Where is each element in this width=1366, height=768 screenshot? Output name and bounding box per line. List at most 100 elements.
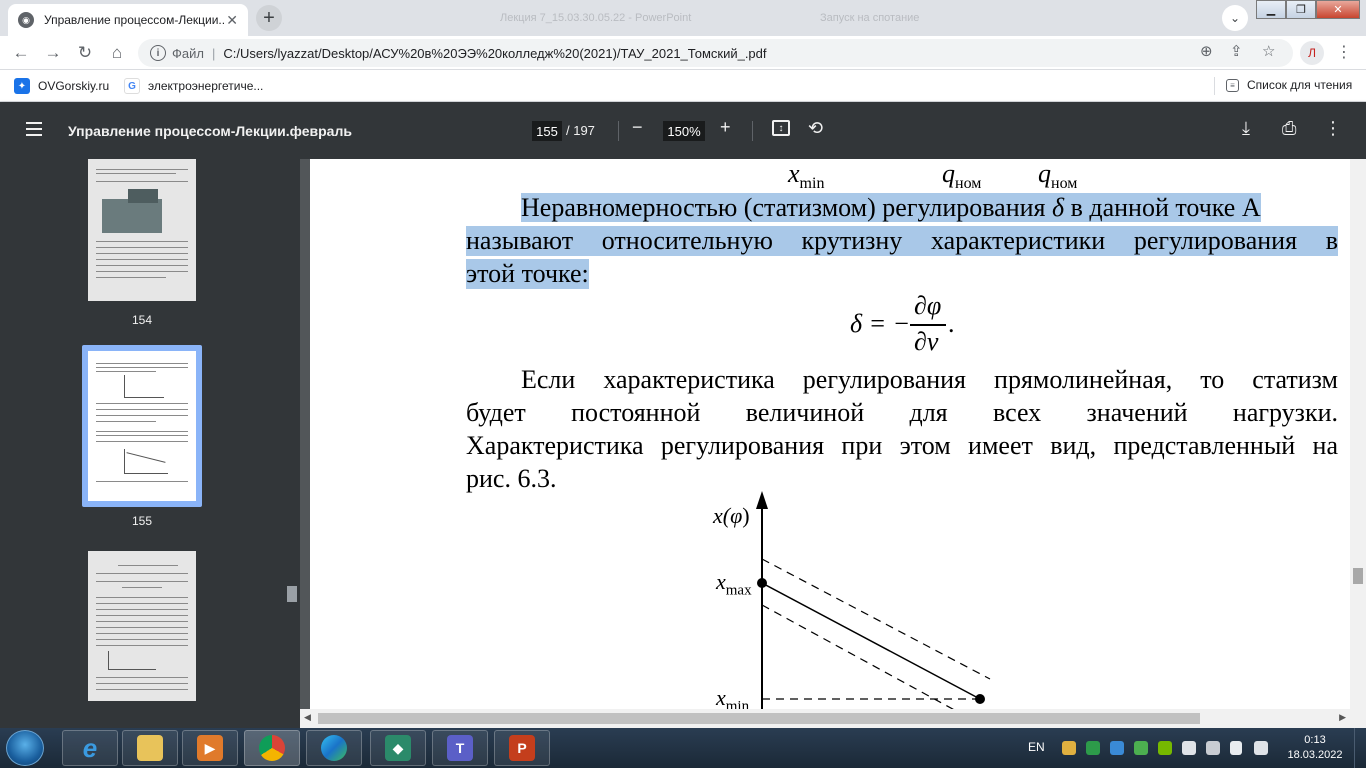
page-thumbnail[interactable] — [88, 551, 196, 701]
print-icon[interactable]: ⎙ — [1282, 118, 1296, 139]
tab-strip: ◉ Управление процессом-Лекции... ✕ + Лек… — [0, 0, 1366, 36]
address-scheme: Файл — [172, 45, 204, 61]
bookmark-site-icon: ✦ — [14, 78, 30, 94]
download-icon[interactable]: ⤓ — [1242, 118, 1250, 139]
axis-arrow — [756, 491, 768, 509]
taskbar-app-edge[interactable] — [306, 730, 362, 766]
formula-denominator: ∂ν — [914, 327, 939, 356]
language-indicator[interactable]: EN — [1028, 740, 1045, 754]
show-desktop-button[interactable] — [1354, 728, 1366, 768]
arrow-left-icon: ← — [12, 43, 30, 62]
xmin-label: xmin — [716, 685, 750, 709]
zoom-input[interactable]: 150% — [663, 121, 705, 141]
volume-icon[interactable] — [1254, 741, 1268, 755]
start-button[interactable] — [6, 730, 44, 766]
info-icon[interactable]: i — [150, 45, 166, 61]
sidebar-scrollbar[interactable] — [284, 159, 300, 709]
profile-avatar[interactable]: Л — [1300, 41, 1324, 65]
zoom-icon[interactable]: ⊕ — [1200, 42, 1213, 60]
star-icon[interactable]: ☆ — [1262, 42, 1275, 60]
tab-search-button[interactable]: ⌄ — [1222, 5, 1248, 31]
folder-icon — [137, 735, 163, 761]
sidebar-footer — [0, 709, 300, 728]
menu-icon[interactable] — [26, 122, 42, 136]
browser-toolbar: ← → ↻ ⌂ i Файл | C:/Users/lyazzat/Deskto… — [0, 36, 1366, 70]
back-button[interactable]: ← — [8, 40, 34, 66]
clock-time: 0:13 — [1304, 734, 1326, 746]
close-window-button[interactable]: ✕ — [1316, 0, 1360, 19]
chevron-down-icon: ⌄ — [1229, 11, 1241, 25]
reading-list-label: Список для чтения — [1247, 78, 1353, 92]
thumbnail-figure — [108, 651, 109, 669]
characteristic-line — [761, 582, 981, 700]
tray-icon[interactable] — [1110, 741, 1124, 755]
thumbnail-figure — [102, 199, 162, 233]
thumbnail-figure — [128, 189, 158, 203]
shield-icon[interactable] — [1086, 741, 1100, 755]
clock[interactable]: 0:13 18.03.2022 — [1285, 733, 1345, 763]
taskbar-app-ie[interactable]: e — [62, 730, 118, 766]
taskbar-app-teams[interactable]: T — [432, 730, 488, 766]
more-vertical-icon[interactable]: ⋮ — [1336, 42, 1352, 62]
media-player-icon: ▶ — [197, 735, 223, 761]
window-controls: ▁ ❐ ✕ — [1256, 0, 1360, 20]
taskbar-app-explorer[interactable] — [122, 730, 178, 766]
paragraph-line: Характеристика регулирования при этом им… — [466, 431, 1338, 460]
page-number-input[interactable]: 155 — [532, 121, 562, 141]
pdf-page: xmin qном qном Неравномерностью (статизм… — [310, 159, 1350, 709]
taskbar-app-media[interactable]: ▶ — [182, 730, 238, 766]
page-thumbnail-selected[interactable] — [88, 351, 196, 501]
paragraph-line: Если характеристика регулирования прямол… — [521, 365, 1338, 394]
signal-icon[interactable] — [1230, 741, 1242, 755]
fit-page-icon[interactable]: ↕ — [772, 120, 790, 136]
rotate-icon[interactable]: ⟲ — [808, 118, 823, 139]
viewer-vertical-scrollbar[interactable] — [1350, 159, 1366, 709]
address-bar[interactable]: i Файл | C:/Users/lyazzat/Desktop/АСУ%20… — [138, 39, 1293, 67]
page-thumbnail[interactable] — [88, 159, 196, 301]
taskbar-app-powerpoint[interactable]: P — [494, 730, 550, 766]
taskbar-app-3[interactable]: ◆ — [370, 730, 426, 766]
formula-period: . — [948, 309, 955, 338]
internet-explorer-icon: e — [82, 732, 98, 763]
scroll-left-icon[interactable]: ◀ — [304, 712, 311, 723]
background-window-title: Лекция 7_15.03.30.05.22 - PowerPoint — [500, 12, 692, 24]
globe-icon: ◉ — [18, 12, 34, 28]
home-button[interactable]: ⌂ — [104, 40, 130, 66]
more-vertical-icon[interactable]: ⋮ — [1324, 118, 1342, 139]
viewer-scrollbar-thumb[interactable] — [1353, 568, 1363, 584]
dashed-bound-upper — [761, 558, 991, 680]
tray-icon[interactable] — [1062, 741, 1076, 755]
share-icon[interactable]: ⇪ — [1230, 42, 1243, 60]
thumbnail-figure — [124, 473, 168, 474]
thumbnail-figure — [126, 452, 166, 463]
forward-button[interactable]: → — [40, 40, 66, 66]
thumbnail-figure — [124, 375, 125, 397]
battery-icon[interactable] — [1206, 741, 1220, 755]
bookmark-item[interactable]: G электроэнергетиче... — [124, 78, 263, 94]
zoom-out-icon[interactable]: − — [632, 117, 643, 138]
reload-button[interactable]: ↻ — [72, 40, 98, 66]
tab-active[interactable]: ◉ Управление процессом-Лекции... ✕ — [8, 4, 248, 36]
address-separator: | — [211, 45, 216, 61]
taskbar-app-chrome[interactable] — [244, 730, 300, 766]
formula-fragment: qном — [942, 159, 982, 193]
maximize-button[interactable]: ❐ — [1286, 0, 1316, 19]
scroll-right-icon[interactable]: ▶ — [1339, 712, 1346, 723]
formula-fragment: qном — [1038, 159, 1078, 193]
close-icon[interactable]: ✕ — [226, 12, 238, 29]
sidebar-scrollbar-thumb[interactable] — [287, 586, 297, 602]
bookmark-item[interactable]: ✦ OVGorskiy.ru — [14, 78, 109, 94]
home-icon: ⌂ — [111, 43, 123, 62]
nvidia-icon[interactable] — [1158, 741, 1172, 755]
pdf-viewer: xmin qном qном Неравномерностью (статизм… — [300, 159, 1350, 709]
tray-icon[interactable] — [1134, 741, 1148, 755]
minimize-button[interactable]: ▁ — [1256, 0, 1286, 19]
thumbnail-figure — [124, 397, 164, 398]
reload-icon: ↻ — [77, 43, 93, 62]
new-tab-button[interactable]: + — [256, 5, 282, 31]
pdf-toolbar: Управление процессом-Лекции.февраль 155 … — [0, 102, 1366, 159]
flag-icon[interactable] — [1182, 741, 1196, 755]
viewer-horizontal-thumb[interactable] — [318, 713, 1200, 724]
zoom-in-icon[interactable]: + — [720, 117, 731, 138]
reading-list-button[interactable]: ≡ Список для чтения — [1226, 78, 1352, 92]
